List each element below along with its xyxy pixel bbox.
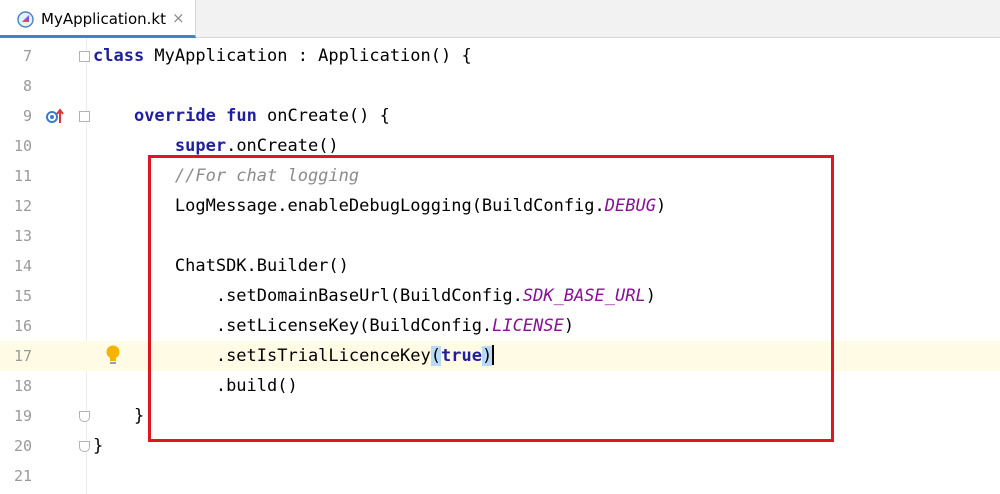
line-number: 18 [13,377,32,395]
line-number: 8 [22,77,32,95]
code-line[interactable]: 9 override fun onCreate() { [0,101,1000,131]
line-number: 9 [22,107,32,125]
line-number: 10 [13,137,32,155]
fold-icon[interactable] [79,111,90,122]
code-editor[interactable]: 7 class MyApplication : Application() { … [0,38,1000,494]
line-number: 19 [13,407,32,425]
line-number: 21 [13,467,32,485]
annotation-highlight-box [148,155,834,442]
code-line[interactable]: 21 [0,461,1000,491]
close-tab-icon[interactable]: × [172,9,185,27]
keyword: class [93,46,145,66]
code-text: super.onCreate() [93,135,339,157]
line-number: 17 [13,347,32,365]
keyword: fun [226,106,257,126]
line-number: 7 [22,47,32,65]
code-rest: .onCreate() [226,136,339,156]
code-line[interactable]: 8 [0,71,1000,101]
fold-end-icon[interactable] [79,411,90,422]
code-text: override fun onCreate() { [93,105,390,127]
fold-icon[interactable] [79,51,90,62]
code-text: } [93,405,144,427]
line-number: 11 [13,167,32,185]
lightbulb-icon[interactable] [104,344,122,366]
code-rest: MyApplication : Application() { [144,46,472,66]
tab-title: MyApplication.kt [41,10,166,28]
line-number: 15 [13,287,32,305]
editor-tab-bar: MyApplication.kt × [0,0,1000,38]
code-part: } [93,436,104,456]
code-part: } [133,406,145,426]
line-number: 13 [13,227,32,245]
fold-end-icon[interactable] [79,441,90,452]
tab-myapplication-kt[interactable]: MyApplication.kt × [0,0,196,38]
code-text: } [93,435,103,457]
code-rest: onCreate() { [256,106,390,126]
code-text: class MyApplication : Application() { [93,45,472,67]
kotlin-file-icon [17,11,34,28]
code-line[interactable]: 7 class MyApplication : Application() { [0,41,1000,71]
line-number: 20 [13,437,32,455]
line-number: 12 [13,197,32,215]
keyword: super [174,136,227,156]
line-number: 14 [13,257,32,275]
override-method-icon[interactable] [45,106,65,126]
keyword: override [133,106,216,126]
line-number: 16 [13,317,32,335]
